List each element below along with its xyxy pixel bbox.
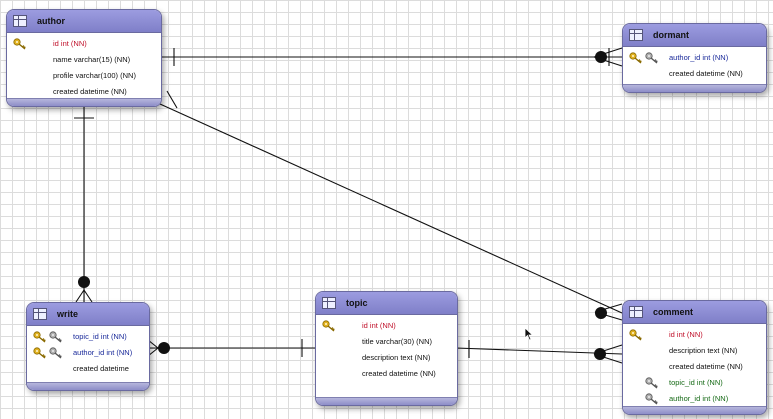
primary-key-icon xyxy=(629,329,643,341)
entity-footer xyxy=(623,84,766,92)
entity-write[interactable]: write topic_id int (NN) author_id int (NN… xyxy=(26,302,150,391)
entity-title: author xyxy=(37,16,65,26)
column-list: topic_id int (NN) author_id int (NN) creat… xyxy=(27,326,149,379)
entity-header[interactable]: topic xyxy=(316,292,457,315)
mouse-pointer-icon xyxy=(524,327,534,341)
column-list: id int (NN) name varchar(15) (NN) profile … xyxy=(7,33,161,102)
column-label: created datetime (NN) xyxy=(669,362,743,371)
table-icon xyxy=(322,297,336,309)
relationship-line xyxy=(159,103,623,314)
foreign-key-icon xyxy=(645,393,659,405)
column-label: created datetime (NN) xyxy=(362,369,436,378)
column-row[interactable]: author_id int (NN) xyxy=(623,50,766,66)
cardinality-one-marker xyxy=(166,90,178,109)
column-label: profile varchar(100) (NN) xyxy=(53,71,136,80)
column-label: created datetime (NN) xyxy=(53,87,127,96)
column-row[interactable]: name varchar(15) (NN) xyxy=(7,52,161,68)
column-label: created datetime xyxy=(73,364,129,373)
table-icon xyxy=(629,29,643,41)
entity-title: dormant xyxy=(653,30,689,40)
column-row[interactable]: description text (NN) xyxy=(316,350,457,366)
column-label: topic_id int (NN) xyxy=(73,332,127,341)
entity-topic[interactable]: topic id int (NN) title varchar(30) (NN) d… xyxy=(315,291,458,406)
column-row[interactable]: description text (NN) xyxy=(623,343,766,359)
column-label: author_id int (NN) xyxy=(73,348,133,357)
column-list: id int (NN) description text (NN) created … xyxy=(623,324,766,409)
primary-key-icon xyxy=(322,320,336,332)
table-icon xyxy=(33,308,47,320)
optional-many-dot xyxy=(595,51,607,63)
column-label: author_id int (NN) xyxy=(669,394,729,403)
table-icon xyxy=(13,15,27,27)
foreign-key-icon xyxy=(49,331,63,343)
column-row[interactable]: topic_id int (NN) xyxy=(623,375,766,391)
entity-header[interactable]: dormant xyxy=(623,24,766,47)
primary-key-icon xyxy=(629,52,643,64)
column-row[interactable]: title varchar(30) (NN) xyxy=(316,334,457,350)
primary-key-icon xyxy=(33,347,47,359)
optional-many-dot xyxy=(158,342,170,354)
column-row[interactable]: author_id int (NN) xyxy=(623,391,766,407)
column-list: author_id int (NN) created datetime (NN) xyxy=(623,47,766,84)
entity-title: write xyxy=(57,309,79,319)
column-row[interactable]: topic_id int (NN) xyxy=(27,329,149,345)
entity-footer xyxy=(7,98,161,106)
entity-header[interactable]: author xyxy=(7,10,161,33)
crow-foot-marker xyxy=(83,289,93,303)
entity-footer xyxy=(27,382,149,390)
entity-title: comment xyxy=(653,307,694,317)
foreign-key-icon xyxy=(49,347,63,359)
column-row[interactable]: id int (NN) xyxy=(316,318,457,334)
column-label: description text (NN) xyxy=(362,353,431,362)
column-label: author_id int (NN) xyxy=(669,53,729,62)
column-row[interactable]: created datetime xyxy=(27,361,149,377)
entity-author[interactable]: author id int (NN) name varchar(15) (NN) p… xyxy=(6,9,162,107)
entity-footer xyxy=(316,397,457,405)
column-row[interactable]: id int (NN) xyxy=(623,327,766,343)
column-row[interactable]: author_id int (NN) xyxy=(27,345,149,361)
optional-many-dot xyxy=(595,307,607,319)
entity-header[interactable]: comment xyxy=(623,301,766,324)
column-row[interactable]: created datetime (NN) xyxy=(623,359,766,375)
crow-foot-marker xyxy=(75,289,85,303)
column-list: id int (NN) title varchar(30) (NN) descrip… xyxy=(316,315,457,384)
column-row[interactable]: id int (NN) xyxy=(7,36,161,52)
column-label: created datetime (NN) xyxy=(669,69,743,78)
column-row[interactable]: created datetime (NN) xyxy=(623,66,766,82)
column-label: id int (NN) xyxy=(53,39,87,48)
entity-title: topic xyxy=(346,298,368,308)
table-icon xyxy=(629,306,643,318)
optional-many-dot xyxy=(594,348,606,360)
column-row[interactable]: profile varchar(100) (NN) xyxy=(7,68,161,84)
entity-comment[interactable]: comment id int (NN) description text (NN)… xyxy=(622,300,767,415)
er-diagram-canvas: author id int (NN) name varchar(15) (NN) p… xyxy=(0,0,773,419)
entity-header[interactable]: write xyxy=(27,303,149,326)
entity-footer xyxy=(623,406,766,414)
column-label: id int (NN) xyxy=(362,321,396,330)
foreign-key-icon xyxy=(645,52,659,64)
entity-dormant[interactable]: dormant author_id int (NN) created dateti… xyxy=(622,23,767,93)
primary-key-icon xyxy=(13,38,27,50)
primary-key-icon xyxy=(33,331,47,343)
foreign-key-icon xyxy=(645,377,659,389)
column-label: title varchar(30) (NN) xyxy=(362,337,433,346)
column-label: description text (NN) xyxy=(669,346,738,355)
column-label: topic_id int (NN) xyxy=(669,378,723,387)
column-label: name varchar(15) (NN) xyxy=(53,55,131,64)
column-row[interactable]: created datetime (NN) xyxy=(316,366,457,382)
optional-many-dot xyxy=(78,276,90,288)
column-label: id int (NN) xyxy=(669,330,703,339)
